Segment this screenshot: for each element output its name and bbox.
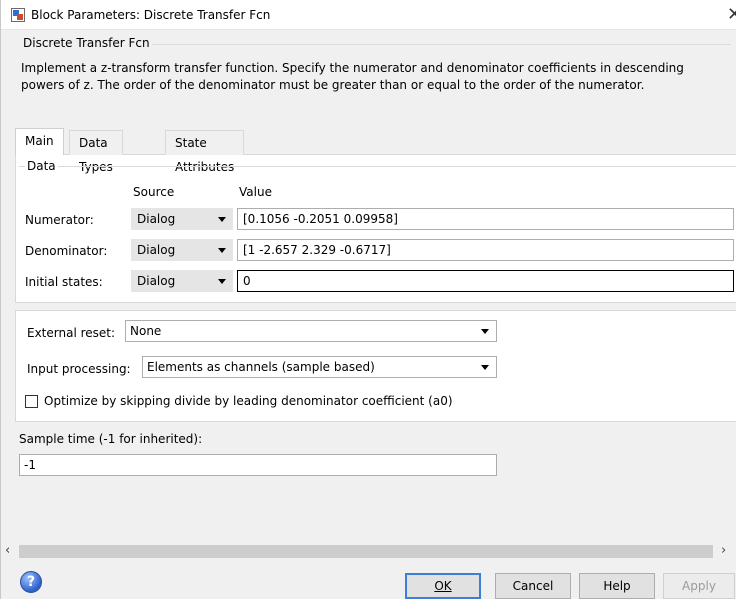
input-processing-dropdown[interactable]: Elements as channels (sample based): [142, 356, 497, 378]
denominator-source-dropdown[interactable]: Dialog: [131, 239, 233, 261]
denominator-source-value: Dialog: [137, 243, 176, 257]
chevron-down-icon: [481, 329, 489, 334]
block-name-label: Discrete Transfer Fcn: [21, 36, 152, 50]
tab-state-attributes[interactable]: State Attributes: [165, 130, 245, 174]
sample-time-label: Sample time (-1 for inherited):: [19, 432, 203, 446]
tab-data-types[interactable]: Data Types: [69, 130, 123, 174]
numerator-source-dropdown[interactable]: Dialog: [131, 208, 233, 230]
chevron-down-icon: [481, 365, 489, 370]
chevron-down-icon: [218, 248, 226, 253]
external-reset-label: External reset:: [27, 326, 116, 340]
initial-states-source-dropdown[interactable]: Dialog: [131, 270, 233, 292]
block-description: Implement a z-transform transfer functio…: [21, 61, 684, 92]
numerator-field[interactable]: [0.1056 -0.2051 0.09958]: [237, 208, 734, 230]
apply-button-label: Apply: [682, 579, 716, 593]
optimize-checkbox-label[interactable]: Optimize by skipping divide by leading d…: [44, 394, 453, 408]
initial-states-label: Initial states:: [25, 275, 103, 289]
external-reset-value: None: [130, 324, 162, 338]
optimize-checkbox[interactable]: [25, 395, 38, 408]
scrollbar-thumb[interactable]: [19, 545, 713, 558]
numerator-label: Numerator:: [25, 213, 94, 227]
chevron-down-icon: [218, 279, 226, 284]
apply-button: Apply: [663, 573, 735, 599]
scroll-left-icon[interactable]: ‹: [5, 543, 10, 558]
tab-main[interactable]: Main: [15, 128, 64, 155]
numerator-source-value: Dialog: [137, 212, 176, 226]
cancel-button[interactable]: Cancel: [495, 573, 571, 599]
value-column-header: Value: [239, 185, 272, 199]
denominator-label: Denominator:: [25, 244, 108, 258]
input-processing-value: Elements as channels (sample based): [147, 360, 375, 374]
sample-time-field[interactable]: -1: [19, 454, 497, 476]
simulink-block-icon: [11, 8, 25, 22]
help-button[interactable]: Help: [579, 573, 655, 599]
source-column-header: Source: [133, 185, 175, 199]
horizontal-scrollbar[interactable]: ‹ ›: [1, 543, 736, 560]
denominator-field[interactable]: [1 -2.657 2.329 -0.6717]: [237, 239, 734, 261]
close-icon[interactable]: ✕: [727, 4, 736, 25]
title-bar: Block Parameters: Discrete Transfer Fcn …: [1, 0, 736, 30]
chevron-down-icon: [218, 217, 226, 222]
help-icon[interactable]: ?: [20, 571, 42, 593]
initial-states-field[interactable]: 0: [237, 270, 734, 292]
external-reset-dropdown[interactable]: None: [125, 320, 497, 342]
block-parameters-dialog: Block Parameters: Discrete Transfer Fcn …: [0, 0, 736, 599]
group-divider: [131, 44, 731, 45]
input-processing-label: Input processing:: [27, 362, 131, 376]
initial-states-source-value: Dialog: [137, 274, 176, 288]
window-title: Block Parameters: Discrete Transfer Fcn: [31, 8, 271, 22]
cancel-button-label: Cancel: [512, 579, 554, 593]
ok-button[interactable]: OK: [405, 573, 481, 599]
data-group-label: Data: [25, 159, 58, 173]
ok-button-label: OK: [434, 579, 452, 593]
help-button-label: Help: [603, 579, 631, 593]
scroll-right-icon[interactable]: ›: [721, 543, 726, 558]
